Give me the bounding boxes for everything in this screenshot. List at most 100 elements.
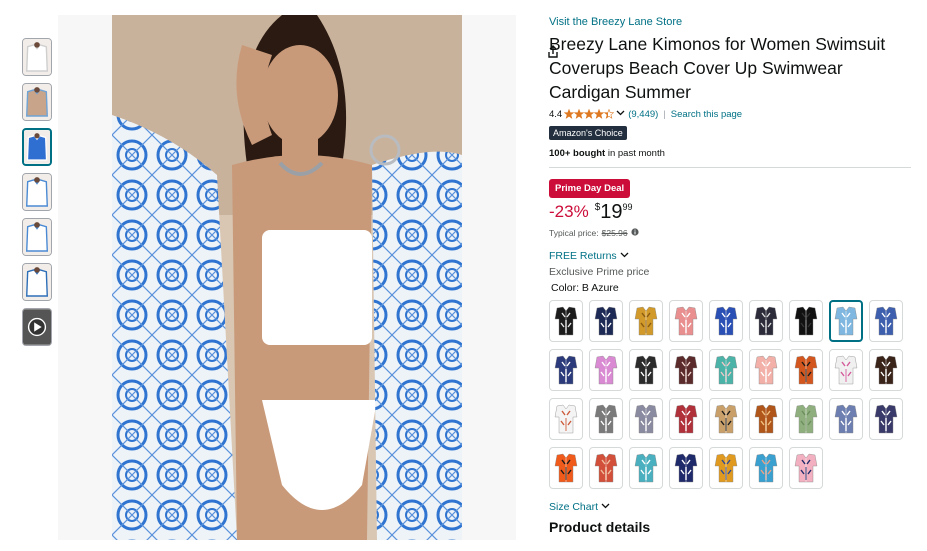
kimono-swatch-icon — [834, 404, 858, 434]
chevron-down-icon[interactable] — [616, 108, 625, 120]
color-swatch-1[interactable] — [549, 300, 583, 342]
kimono-swatch-icon — [554, 453, 578, 483]
amazons-choice-badge: Amazon's Choice — [549, 126, 627, 140]
product-details-heading: Product details — [549, 519, 651, 535]
kimono-swatch-icon — [874, 306, 898, 336]
kimono-swatch-icon — [714, 453, 738, 483]
kimono-swatch-icon — [754, 355, 778, 385]
color-swatch-19[interactable] — [549, 398, 583, 440]
color-swatch-28[interactable] — [549, 447, 583, 489]
kimono-swatch-icon — [674, 355, 698, 385]
store-link[interactable]: Visit the Breezy Lane Store — [549, 16, 911, 28]
color-swatch-31[interactable] — [669, 447, 703, 489]
kimono-swatch-icon — [714, 355, 738, 385]
kimono-swatch-icon — [554, 355, 578, 385]
typical-price-label: Typical price: — [549, 228, 599, 238]
color-swatch-13[interactable] — [669, 349, 703, 391]
thumbnail-5[interactable] — [22, 218, 52, 256]
color-swatch-18[interactable] — [869, 349, 903, 391]
color-swatch-23[interactable] — [709, 398, 743, 440]
color-swatch-32[interactable] — [709, 447, 743, 489]
chevron-down-icon — [601, 501, 610, 513]
free-returns-label: FREE Returns — [549, 250, 617, 262]
color-swatch-7[interactable] — [789, 300, 823, 342]
search-page-link[interactable]: Search this page — [671, 109, 742, 120]
bought-info: 100+ bought in past month — [549, 148, 911, 159]
color-swatch-20[interactable] — [589, 398, 623, 440]
color-swatch-9[interactable] — [869, 300, 903, 342]
thumbnail-7[interactable] — [22, 308, 52, 346]
color-swatch-6[interactable] — [749, 300, 783, 342]
color-swatch-15[interactable] — [749, 349, 783, 391]
color-swatch-10[interactable] — [549, 349, 583, 391]
thumbnail-image — [23, 264, 51, 300]
kimono-swatch-icon — [834, 306, 858, 336]
kimono-swatch-icon — [794, 404, 818, 434]
thumbnail-image — [23, 84, 51, 120]
color-swatch-4[interactable] — [669, 300, 703, 342]
main-product-image[interactable] — [58, 15, 558, 540]
color-swatch-11[interactable] — [589, 349, 623, 391]
thumbnail-1[interactable] — [22, 38, 52, 76]
color-swatch-8[interactable] — [829, 300, 863, 342]
product-photo[interactable] — [112, 15, 462, 540]
prime-day-deal-badge: Prime Day Deal — [549, 179, 631, 198]
kimono-swatch-icon — [554, 306, 578, 336]
color-swatch-30[interactable] — [629, 447, 663, 489]
price-whole: 19 — [600, 201, 623, 223]
kimono-swatch-icon — [874, 355, 898, 385]
chevron-down-icon — [620, 250, 629, 262]
product-info: Visit the Breezy Lane Store Breezy Lane … — [549, 16, 911, 535]
section-divider — [549, 167, 911, 168]
star-rating-icon[interactable] — [564, 109, 615, 119]
kimono-swatch-icon — [674, 404, 698, 434]
star-icon — [604, 109, 615, 119]
color-label: Color: B Azure — [551, 282, 619, 294]
thumbnail-strip — [22, 38, 52, 353]
thumbnail-4[interactable] — [22, 173, 52, 211]
thumbnail-6[interactable] — [22, 263, 52, 301]
color-swatch-14[interactable] — [709, 349, 743, 391]
kimono-swatch-icon — [594, 306, 618, 336]
color-swatch-33[interactable] — [749, 447, 783, 489]
thumbnail-image — [23, 39, 51, 75]
size-chart-link[interactable]: Size Chart — [549, 501, 911, 513]
kimono-swatch-icon — [794, 355, 818, 385]
color-swatch-24[interactable] — [749, 398, 783, 440]
color-swatch-21[interactable] — [629, 398, 663, 440]
color-swatch-34[interactable] — [789, 447, 823, 489]
color-swatch-16[interactable] — [789, 349, 823, 391]
kimono-swatch-icon — [794, 306, 818, 336]
color-swatch-3[interactable] — [629, 300, 663, 342]
kimono-swatch-icon — [594, 404, 618, 434]
color-swatch-17[interactable] — [829, 349, 863, 391]
free-returns-link[interactable]: FREE Returns — [549, 250, 911, 262]
kimono-swatch-icon — [554, 404, 578, 434]
color-swatch-27[interactable] — [869, 398, 903, 440]
price-fraction: 99 — [622, 202, 633, 212]
bought-count: 100+ bought — [549, 148, 606, 159]
color-swatch-2[interactable] — [589, 300, 623, 342]
color-swatch-25[interactable] — [789, 398, 823, 440]
kimono-swatch-icon — [674, 306, 698, 336]
divider-bar: | — [663, 108, 666, 120]
kimono-swatch-icon — [594, 453, 618, 483]
kimono-swatch-icon — [754, 404, 778, 434]
color-swatch-29[interactable] — [589, 447, 623, 489]
star-icon — [574, 109, 585, 119]
kimono-swatch-icon — [754, 306, 778, 336]
rating-count-link[interactable]: (9,449) — [628, 109, 658, 120]
size-chart-label: Size Chart — [549, 501, 599, 513]
info-icon[interactable] — [631, 228, 639, 238]
kimono-swatch-icon — [634, 306, 658, 336]
color-swatch-22[interactable] — [669, 398, 703, 440]
kimono-swatch-icon — [754, 453, 778, 483]
color-swatch-26[interactable] — [829, 398, 863, 440]
thumbnail-3[interactable] — [22, 128, 52, 166]
star-icon — [584, 109, 595, 119]
play-video-icon — [23, 309, 51, 345]
color-swatch-12[interactable] — [629, 349, 663, 391]
thumbnail-2[interactable] — [22, 83, 52, 121]
kimono-swatch-icon — [874, 404, 898, 434]
color-swatch-5[interactable] — [709, 300, 743, 342]
